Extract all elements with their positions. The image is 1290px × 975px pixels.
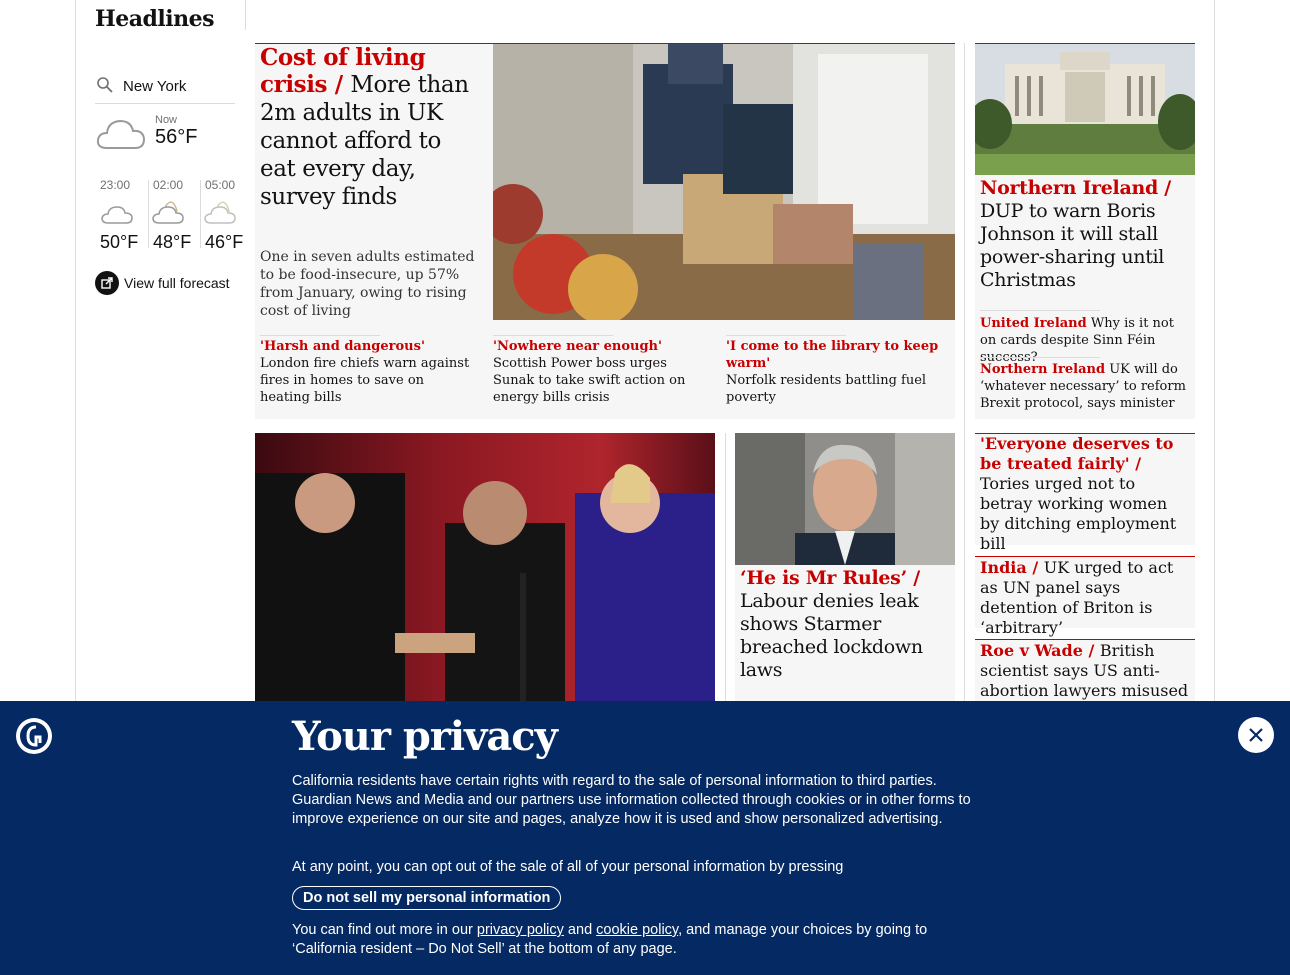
lead-headline[interactable]: Cost of living crisis / More than 2m adu… xyxy=(260,44,482,211)
divider xyxy=(493,335,613,336)
kicker-rule xyxy=(975,556,1195,557)
weather-now: Now 56°F xyxy=(95,114,235,170)
forecast-slot: 05:00 46°F xyxy=(201,178,251,252)
ni-sublink-1[interactable]: United Ireland Why is it not on cards de… xyxy=(980,315,1190,366)
forecast-temp: 48°F xyxy=(153,232,192,252)
awards-photo[interactable] xyxy=(255,433,715,701)
sublink-text: Scottish Power boss urges Sunak to take … xyxy=(493,356,686,405)
forecast-time: 02:00 xyxy=(153,178,184,192)
ni-sublink-2[interactable]: Northern Ireland UK will do ‘whatever ne… xyxy=(980,361,1190,412)
sublink-2[interactable]: 'Nowhere near enough' Scottish Power bos… xyxy=(493,338,708,406)
view-forecast-link[interactable]: View full forecast xyxy=(95,271,230,295)
forecast-slot: 02:00 48°F xyxy=(149,178,199,252)
lead-standfirst: One in seven adults estimated to be food… xyxy=(260,249,475,319)
cloud-icon xyxy=(95,114,147,158)
cloud-icon xyxy=(100,202,134,230)
divider xyxy=(964,43,965,703)
privacy-paragraph: You can find out more in our privacy pol… xyxy=(292,921,992,959)
divider xyxy=(726,335,846,336)
kicker-rule xyxy=(975,639,1195,640)
sublink-3[interactable]: 'I come to the library to keep warm' Norf… xyxy=(726,338,941,406)
starmer-photo[interactable] xyxy=(735,433,955,565)
forecast-time: 23:00 xyxy=(100,178,131,192)
weather-city: New York xyxy=(123,78,187,95)
privacy-paragraph: At any point, you can opt out of the sal… xyxy=(292,859,844,875)
moon-cloud-icon xyxy=(203,198,239,230)
moon-cloud-icon xyxy=(151,198,187,230)
cookie-policy-link[interactable]: cookie policy xyxy=(596,922,678,938)
story-headline[interactable]: 'Everyone deserves to be treated fairly'… xyxy=(980,434,1190,554)
sublink-text: Norfolk residents battling fuel poverty xyxy=(726,373,927,405)
sublink-kicker: United Ireland xyxy=(980,316,1087,331)
privacy-banner: Your privacy California residents have c… xyxy=(0,701,1290,975)
stormont-photo[interactable] xyxy=(975,44,1195,175)
close-icon xyxy=(1249,728,1263,742)
starmer-headline[interactable]: ‘He is Mr Rules’ / Labour denies leak sh… xyxy=(740,567,950,682)
story-headline[interactable]: India / UK urged to act as UN panel says… xyxy=(980,558,1190,638)
forecast-temp: 50°F xyxy=(100,232,139,252)
story-headline-text: Tories urged not to betray working women… xyxy=(980,474,1177,553)
story-kicker: India / xyxy=(980,558,1044,577)
close-button[interactable] xyxy=(1238,717,1274,753)
starmer-headline-text: Labour denies leak shows Starmer breache… xyxy=(740,590,923,681)
privacy-paragraph: California residents have certain rights… xyxy=(292,773,971,827)
privacy-text: and xyxy=(563,922,597,938)
privacy-title: Your privacy xyxy=(292,713,558,760)
privacy-policy-link[interactable]: privacy policy xyxy=(477,922,564,938)
weather-location-search[interactable]: New York xyxy=(95,70,235,104)
divider xyxy=(245,0,246,30)
search-icon xyxy=(95,75,115,99)
forecast-slot: 23:00 50°F xyxy=(96,178,146,252)
section-title: Headlines xyxy=(95,6,215,32)
sublink-kicker: Northern Ireland xyxy=(980,362,1106,377)
divider xyxy=(725,433,726,703)
sublink-kicker: 'Nowhere near enough' xyxy=(493,339,662,354)
sublink-1[interactable]: 'Harsh and dangerous' London fire chiefs… xyxy=(260,338,475,406)
view-forecast-label: View full forecast xyxy=(124,275,230,291)
kicker-separator: / xyxy=(327,71,351,98)
ni-kicker: Northern Ireland / xyxy=(980,177,1171,199)
forecast-time: 05:00 xyxy=(205,178,236,192)
food-bank-photo[interactable] xyxy=(493,44,955,320)
divider xyxy=(980,310,1100,311)
story-headline[interactable]: Roe v Wade / British scientist says US a… xyxy=(980,641,1190,701)
story-kicker: 'Everyone deserves to be treated fairly'… xyxy=(980,434,1174,473)
forecast-temp: 46°F xyxy=(205,232,244,252)
divider xyxy=(980,357,1100,358)
sublink-kicker: 'Harsh and dangerous' xyxy=(260,339,425,354)
divider xyxy=(260,335,380,336)
sublink-text: London fire chiefs warn against fires in… xyxy=(260,356,470,405)
ni-headline[interactable]: Northern Ireland / DUP to warn Boris Joh… xyxy=(980,177,1190,292)
privacy-text: You can find out more in our xyxy=(292,922,477,938)
external-link-icon xyxy=(95,271,119,295)
do-not-sell-button[interactable]: Do not sell my personal information xyxy=(292,886,562,910)
story-kicker: Roe v Wade / xyxy=(980,641,1100,660)
sublink-kicker: 'I come to the library to keep warm' xyxy=(726,339,939,371)
guardian-logo-icon xyxy=(16,718,52,754)
starmer-kicker: ‘He is Mr Rules’ / xyxy=(740,567,920,589)
now-label: Now xyxy=(155,114,178,126)
now-temperature: 56°F xyxy=(155,126,198,148)
ni-headline-text: DUP to warn Boris Johnson it will stall … xyxy=(980,200,1165,291)
